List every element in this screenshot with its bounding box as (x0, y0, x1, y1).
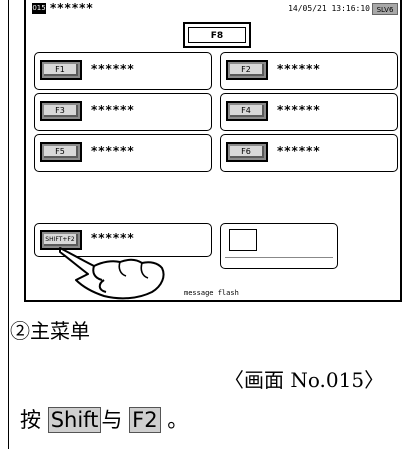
f5-key[interactable]: F5 (40, 142, 82, 162)
menu-item-f4[interactable]: F4 ****** (220, 93, 398, 131)
instruction-prefix: 按 (20, 408, 41, 432)
instruction-middle: 与 (101, 408, 123, 432)
screen-reference: 〈画面 No.015〉 (224, 368, 385, 392)
menu-item-text: ****** (277, 103, 321, 117)
f8-button[interactable]: F8 (183, 22, 251, 48)
blank-panel-rule (225, 257, 333, 258)
f2-key-label: F2 (230, 64, 264, 76)
blank-indicator (229, 229, 257, 251)
menu-item-text: ****** (91, 103, 135, 117)
f8-label: F8 (188, 27, 246, 43)
f6-key[interactable]: F6 (226, 142, 268, 162)
menu-item-f3[interactable]: F3 ****** (34, 93, 212, 131)
screen-title: ****** (50, 1, 94, 15)
message-flash: message flash (184, 289, 239, 297)
shift-f2-key-label: SHIFT+F2 (44, 234, 78, 246)
datetime: 14/05/21 13:16:10 (288, 4, 370, 13)
menu-item-text: ****** (91, 62, 135, 76)
f5-key-label: F5 (44, 146, 78, 158)
f2-key-highlight: F2 (129, 407, 161, 433)
f1-key-label: F1 (44, 64, 78, 76)
instruction-line: 按 Shift 与 F2 。 (20, 404, 188, 434)
menu-item-f5[interactable]: F5 ****** (34, 134, 212, 172)
f6-key-label: F6 (230, 146, 264, 158)
f3-key-label: F3 (44, 105, 78, 117)
pointing-hand-icon (59, 247, 165, 300)
blank-panel (220, 223, 338, 269)
menu-item-text: ****** (277, 144, 321, 158)
menu-item-f2[interactable]: F2 ****** (220, 52, 398, 90)
section-caption: ②主菜单 (10, 319, 90, 343)
shift-key-highlight: Shift (47, 407, 102, 433)
instruction-suffix: 。 (167, 408, 189, 432)
menu-item-text: ****** (277, 62, 321, 76)
menu-item-text: ****** (91, 144, 135, 158)
menu-item-f1[interactable]: F1 ****** (34, 52, 212, 90)
f4-key-label: F4 (230, 105, 264, 117)
f2-key[interactable]: F2 (226, 60, 268, 80)
level-badge: SLV6 (372, 3, 398, 15)
page-margin-line (8, 0, 9, 449)
menu-item-text: ****** (91, 231, 135, 245)
f1-key[interactable]: F1 (40, 60, 82, 80)
screen-number: 015 (32, 3, 46, 14)
menu-item-f6[interactable]: F6 ****** (220, 134, 398, 172)
status-bar: 015 ****** 14/05/21 13:16:10 SLV6 (26, 0, 400, 20)
f4-key[interactable]: F4 (226, 101, 268, 121)
f3-key[interactable]: F3 (40, 101, 82, 121)
